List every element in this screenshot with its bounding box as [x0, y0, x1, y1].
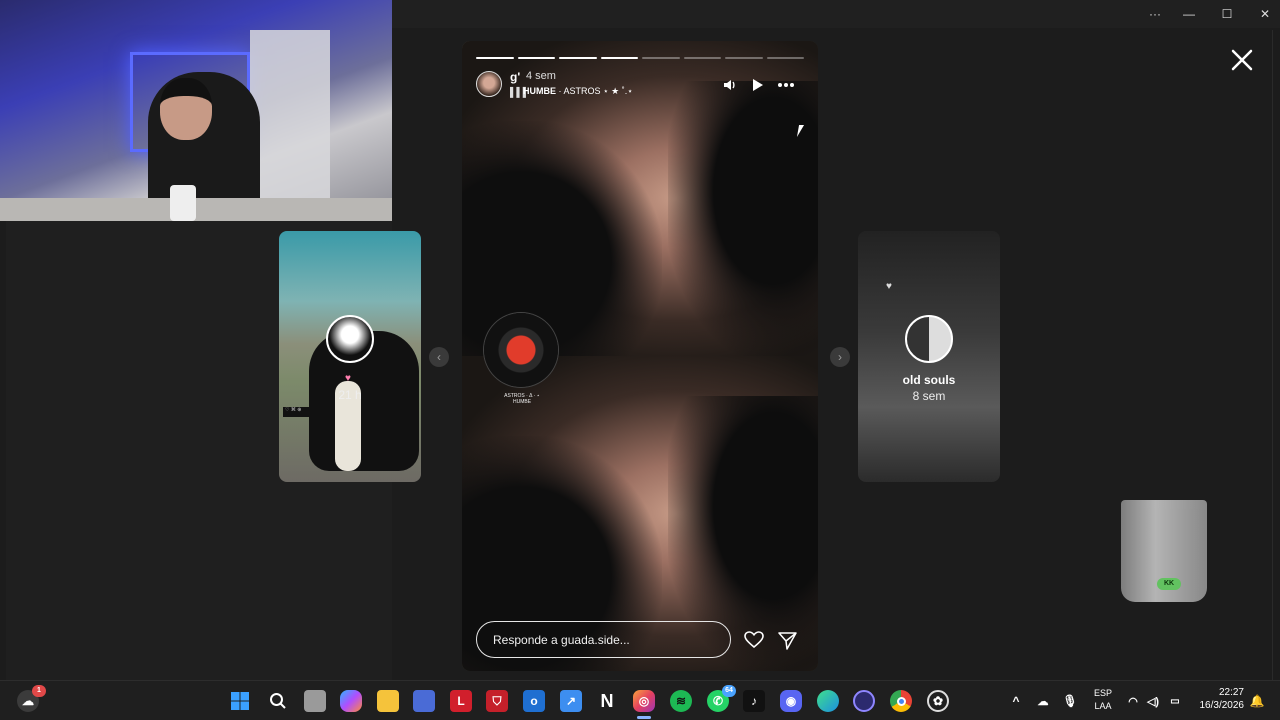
- speaker-icon: [724, 80, 735, 90]
- mute-button[interactable]: [720, 75, 740, 95]
- notion-icon[interactable]: N: [596, 690, 618, 712]
- task-view-icon[interactable]: [304, 690, 326, 712]
- progress-segment: [476, 57, 514, 59]
- story-user-avatar[interactable]: [476, 71, 502, 97]
- story-timestamp: 4 sem: [526, 70, 556, 82]
- story-music-link[interactable]: HUMBE · ASTROS ⋆ ★ ˚.⋆: [523, 86, 633, 97]
- music-artist: HUMBE: [523, 86, 556, 96]
- search-icon[interactable]: [267, 690, 289, 712]
- next-story-card[interactable]: ♥ old souls 8 sem: [858, 231, 1000, 482]
- progress-segment: [725, 57, 763, 59]
- progress-segment: [517, 57, 555, 59]
- edge-icon[interactable]: [817, 690, 839, 712]
- discord-icon[interactable]: ◉: [780, 690, 802, 712]
- send-icon: [777, 631, 797, 650]
- story-progress-bar: [476, 57, 804, 59]
- system-clock[interactable]: 22:27 16/3/2026: [1194, 686, 1245, 712]
- wifi-icon[interactable]: ◠: [1123, 690, 1143, 712]
- lastpass-icon[interactable]: L: [450, 690, 472, 712]
- close-story-button[interactable]: [1226, 44, 1258, 76]
- heart-outline-icon: [744, 631, 764, 649]
- glass-overlay: KK: [1121, 500, 1207, 602]
- whatsapp-badge: 64: [722, 685, 736, 697]
- next-story-arrow[interactable]: ›: [830, 347, 850, 367]
- progress-segment: [766, 57, 804, 59]
- more-horizontal-icon: [778, 83, 794, 87]
- background-cabinet: [250, 30, 330, 200]
- music-title: · ASTROS ⋆ ★ ˚.⋆: [556, 86, 633, 96]
- heart-icon: ♥: [886, 281, 892, 292]
- story-reply-input[interactable]: [476, 621, 731, 658]
- whatsapp-icon[interactable]: ✆ 64: [707, 685, 736, 712]
- lang-region: LAA: [1094, 701, 1112, 711]
- clock-date: 16/3/2026: [1199, 700, 1245, 711]
- play-icon: [753, 79, 763, 91]
- progress-segment: [642, 57, 680, 59]
- show-hidden-icons-button[interactable]: ^: [1006, 690, 1026, 712]
- minimize-button[interactable]: —: [1170, 0, 1208, 28]
- heart-icon: ♥: [345, 373, 351, 384]
- webcam-overlay: [0, 0, 392, 221]
- chatgpt-icon[interactable]: ✿: [927, 690, 949, 712]
- close-window-button[interactable]: ✕: [1246, 0, 1280, 28]
- instagram-icon[interactable]: ◎: [633, 690, 655, 712]
- like-story-button[interactable]: [743, 629, 765, 651]
- taskbar: ☁ 1 L ⛉ o ↗ N ◎ ≋ ✆ 64 ♪ ◉ ✿ ^ ☁ 🎙 ◠ ◁) ▭ …: [0, 680, 1280, 720]
- copilot-icon[interactable]: [340, 690, 362, 712]
- glass-logo: KK: [1157, 578, 1181, 590]
- notifications-bell-icon[interactable]: 🔔: [1248, 690, 1266, 712]
- share-story-button[interactable]: [776, 629, 798, 651]
- play-button[interactable]: [747, 75, 767, 95]
- artifact-icon[interactable]: ↗: [560, 690, 582, 712]
- next-story-avatar: [905, 315, 953, 363]
- story-username[interactable]: g': [510, 70, 520, 84]
- microphone-icon[interactable]: 🎙: [1060, 690, 1080, 712]
- close-icon: [1231, 49, 1253, 71]
- proton-icon[interactable]: [853, 690, 875, 712]
- previous-story-tag: ♡ ⌘ ⊕: [283, 407, 309, 417]
- scrollbar[interactable]: [1272, 30, 1280, 680]
- story-options-button[interactable]: [776, 75, 796, 95]
- progress-segment: [683, 57, 721, 59]
- bitdefender-icon[interactable]: ⛉: [486, 690, 508, 712]
- outlook-icon[interactable]: o: [523, 690, 545, 712]
- notification-badge: 1: [32, 685, 46, 697]
- progress-segment: [600, 57, 638, 59]
- story-header: g' 4 sem ▌▌▌ HUMBE · ASTROS ⋆ ★ ˚.⋆: [476, 69, 804, 101]
- file-explorer-icon[interactable]: [377, 690, 399, 712]
- start-icon[interactable]: [229, 690, 251, 712]
- previous-story-arrow[interactable]: ‹: [429, 347, 449, 367]
- next-story-username: old souls: [902, 373, 956, 387]
- weather-widget-icon[interactable]: ☁ 1: [17, 685, 46, 712]
- spotify-icon[interactable]: ≋: [670, 690, 692, 712]
- cloud-offline-icon[interactable]: ☁: [1033, 690, 1053, 712]
- previous-story-card[interactable]: ♥ 21 h ♡ ⌘ ⊕: [279, 231, 421, 482]
- input-language[interactable]: ESP LAA: [1093, 687, 1113, 713]
- maximize-button[interactable]: ☐: [1208, 0, 1246, 28]
- streamer-head: [160, 78, 212, 140]
- next-story-time: 8 sem: [912, 389, 946, 403]
- music-sticker-label: ASTROS · Δ · ⋆ HUMBE: [504, 393, 540, 405]
- more-options-icon[interactable]: ···: [1136, 0, 1174, 28]
- progress-segment: [559, 57, 597, 59]
- chevron-left-icon: ‹: [437, 350, 441, 364]
- chrome-icon[interactable]: [890, 690, 912, 712]
- instagram-story-viewer-window: ··· — ☐ ✕ ♥ 21 h ♡ ⌘ ⊕ ‹ g' 4 sem ▌▌▌ HU…: [0, 0, 1280, 680]
- active-app-indicator: [637, 716, 651, 719]
- music-sticker-disc[interactable]: [484, 313, 558, 387]
- chevron-right-icon: ›: [838, 350, 842, 364]
- clock-time: 22:27: [1218, 687, 1244, 698]
- volume-icon[interactable]: ◁): [1143, 690, 1163, 712]
- store-icon[interactable]: [413, 690, 435, 712]
- battery-icon[interactable]: ▭: [1165, 690, 1185, 712]
- story-container[interactable]: g' 4 sem ▌▌▌ HUMBE · ASTROS ⋆ ★ ˚.⋆ ASTR…: [462, 41, 818, 671]
- previous-story-time: 21 h: [338, 388, 362, 402]
- desk: [0, 198, 392, 221]
- previous-story-avatar: [326, 315, 374, 363]
- title-bar: ··· — ☐ ✕: [392, 0, 1280, 28]
- tiktok-icon[interactable]: ♪: [743, 690, 765, 712]
- lang-code: ESP: [1093, 688, 1112, 698]
- cup: [170, 185, 196, 221]
